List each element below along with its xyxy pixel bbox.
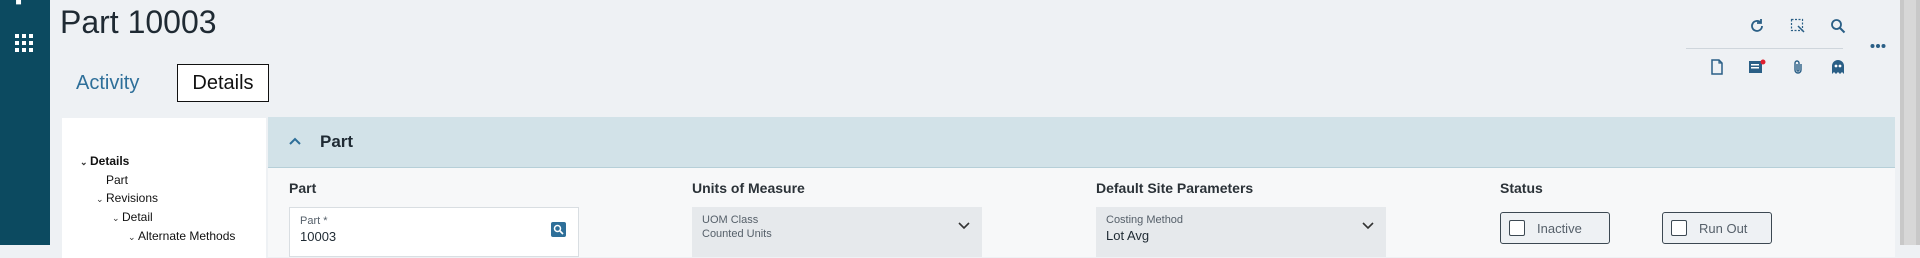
checkbox-icon[interactable] [1671, 220, 1687, 236]
attachment-icon[interactable] [1785, 54, 1811, 80]
checkbox-icon[interactable] [1509, 220, 1525, 236]
chevron-down-icon[interactable] [1362, 221, 1374, 233]
panel-header[interactable]: Part [268, 117, 1895, 168]
part-field-label: Part * [300, 215, 328, 227]
inactive-checkbox[interactable]: Inactive [1500, 212, 1610, 244]
costing-method-value: Lot Avg [1106, 228, 1150, 243]
home-icon[interactable]: ▪ [15, 0, 22, 12]
part-panel: Part Part Units of Measure Default Site … [268, 117, 1895, 257]
app-grid-icon[interactable] [15, 34, 33, 52]
document-icon[interactable] [1704, 54, 1730, 80]
chevron-up-icon[interactable] [288, 133, 302, 151]
tab-details[interactable]: Details [177, 64, 269, 102]
search-lookup-icon[interactable] [551, 222, 566, 240]
refresh-icon[interactable] [1744, 13, 1770, 39]
chevron-down-icon[interactable]: ⌄ [96, 194, 106, 205]
costing-method-select[interactable]: Costing Method Lot Avg [1096, 207, 1386, 257]
select-region-icon[interactable] [1785, 13, 1811, 39]
section-label-part: Part [289, 180, 317, 196]
chevron-down-icon[interactable]: ⌄ [112, 213, 122, 224]
run-out-label: Run Out [1699, 220, 1748, 236]
section-label-status: Status [1500, 180, 1543, 196]
uom-class-select[interactable]: UOM Class Counted Units [692, 207, 982, 257]
left-navigation-rail: ▪ [0, 0, 50, 245]
tree-item-details[interactable]: ⌄ Details [80, 154, 129, 168]
panel-title: Part [320, 132, 354, 151]
tab-activity[interactable]: Activity [60, 64, 155, 102]
section-label-site: Default Site Parameters [1096, 180, 1254, 196]
scrollbar-thumb[interactable] [1904, 0, 1916, 245]
details-tree: ⌄ Details Part ⌄ Revisions ⌄ Detail ⌄ Altern… [62, 118, 266, 258]
inactive-label: Inactive [1537, 220, 1582, 236]
more-icon[interactable] [1865, 33, 1891, 59]
uom-class-value: Counted Units [702, 228, 772, 240]
tree-item-revisions[interactable]: ⌄ Revisions [96, 191, 158, 205]
ghost-icon[interactable] [1825, 54, 1851, 80]
part-field-value[interactable]: 10003 [300, 229, 568, 244]
tree-item-alternate-methods[interactable]: ⌄ Alternate Methods [128, 229, 235, 243]
costing-method-label: Costing Method [1106, 214, 1184, 226]
tree-item-part[interactable]: Part [106, 173, 128, 187]
part-field[interactable]: Part * 10003 [289, 207, 579, 257]
uom-class-label: UOM Class [702, 214, 759, 226]
chevron-down-icon[interactable]: ⌄ [80, 157, 90, 168]
scrollbar[interactable] [1900, 0, 1920, 245]
notes-icon[interactable] [1744, 54, 1770, 80]
search-icon[interactable] [1825, 13, 1851, 39]
page-title: Part 10003 [60, 4, 217, 40]
tree-item-detail[interactable]: ⌄ Detail [112, 210, 153, 224]
run-out-checkbox[interactable]: Run Out [1662, 212, 1772, 244]
chevron-down-icon[interactable]: ⌄ [128, 232, 138, 243]
section-label-uom: Units of Measure [692, 180, 805, 196]
chevron-down-icon[interactable] [958, 221, 970, 233]
toolbar-divider [1686, 48, 1843, 49]
